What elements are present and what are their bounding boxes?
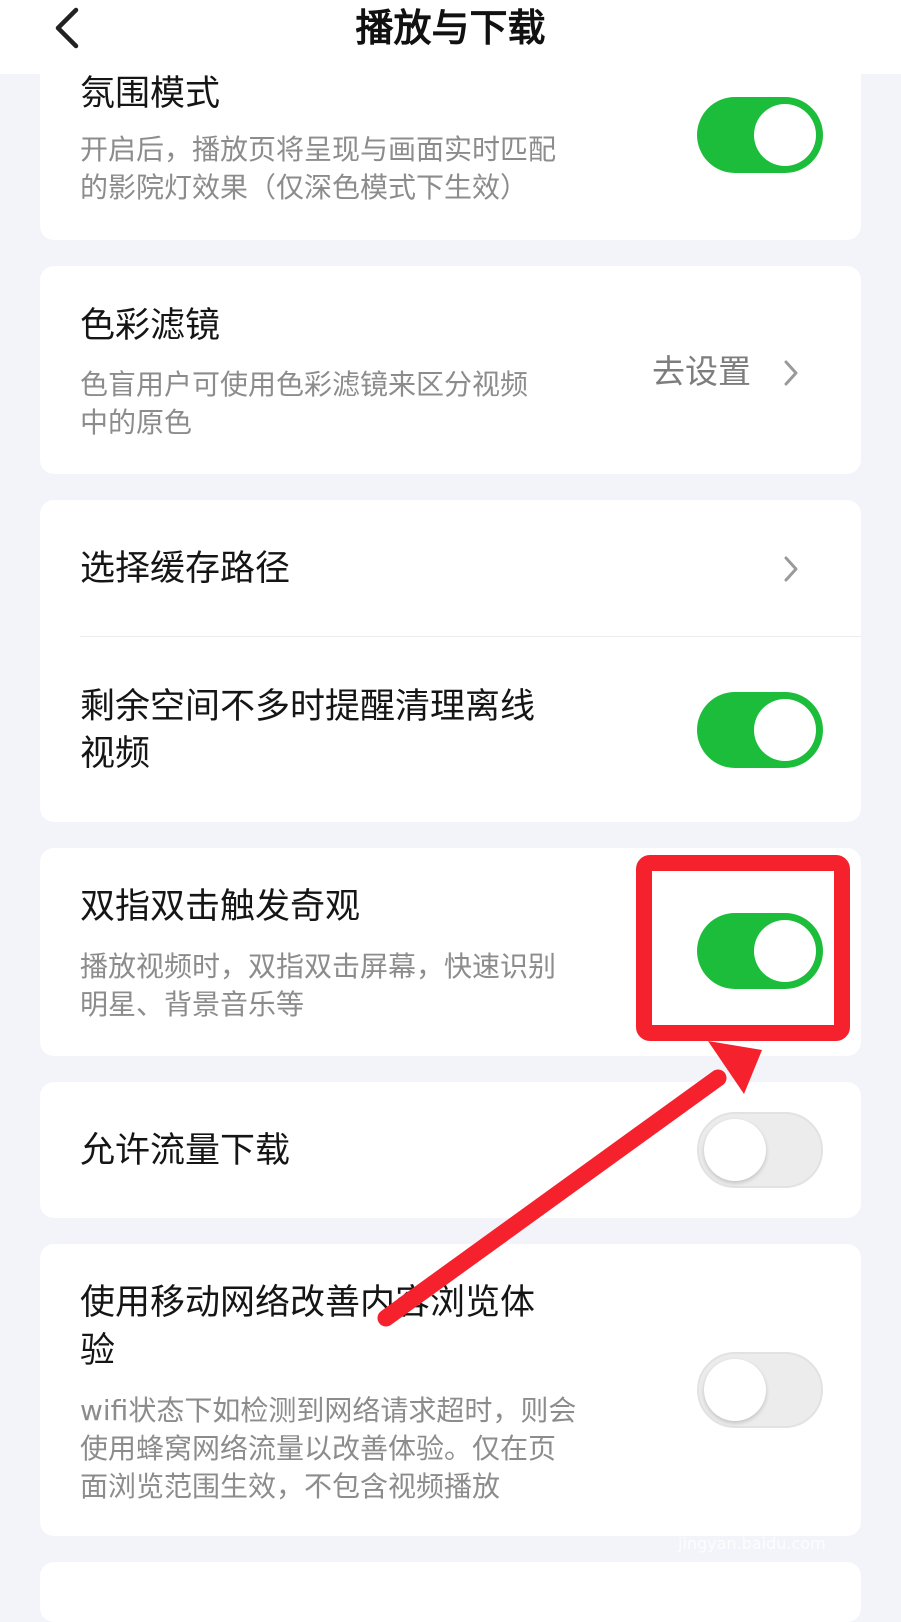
watermark-brand-right: 经验 [788, 1494, 848, 1529]
low-space-title-line-1: 剩余空间不多时提醒清理离线 [80, 687, 536, 727]
double-tap-card: 双指双击触发奇观 播放视频时，双指双击屏幕，快速识别 明星、背景音乐等 [40, 848, 861, 1056]
mobile-browse-toggle[interactable] [697, 1352, 823, 1428]
top-nav-bar: 播放与下载 [0, 0, 901, 74]
ambient-mode-desc-line-2: 的影院灯效果（仅深色模式下生效） [80, 171, 529, 204]
low-space-reminder-toggle[interactable] [697, 692, 823, 768]
watermark-brand-left: Bai [678, 1484, 743, 1525]
toggle-knob [704, 1359, 766, 1421]
mobile-download-title: 允许流量下载 [80, 1131, 291, 1171]
baidu-jingyan-watermark: Bai 经验 jingyan.baidu.com [676, 1470, 876, 1580]
paw-logo-icon [751, 1485, 782, 1517]
cache-path-row[interactable]: 选择缓存路径 [40, 500, 861, 636]
watermark-url: jingyan.baidu.com [678, 1534, 826, 1553]
toggle-knob [754, 104, 816, 166]
mobile-browse-desc-line-3: 面浏览范围生效，不包含视频播放 [80, 1470, 501, 1503]
chevron-right-icon [784, 556, 798, 582]
mobile-browse-title-line-1: 使用移动网络改善内容浏览体 [80, 1283, 536, 1323]
mobile-download-card: 允许流量下载 [40, 1082, 861, 1218]
chevron-right-icon [784, 360, 798, 386]
ambient-mode-desc-line-1: 开启后，播放页将呈现与画面实时匹配 [80, 133, 557, 166]
mobile-browse-title-line-2: 验 [80, 1331, 116, 1371]
double-tap-title: 双指双击触发奇观 [80, 887, 361, 927]
storage-card: 选择缓存路径 剩余空间不多时提醒清理离线 视频 [40, 500, 861, 822]
mobile-browse-desc-line-2: 使用蜂窝网络流量以改善体验。仅在页 [80, 1432, 557, 1465]
go-settings-link[interactable]: 去设置 [652, 350, 751, 394]
low-space-title-line-2: 视频 [80, 734, 151, 774]
row-divider [80, 636, 861, 637]
toggle-knob [704, 1119, 766, 1181]
color-filter-desc-line-2: 中的原色 [80, 406, 193, 439]
color-filter-card[interactable]: 色彩滤镜 色盲用户可使用色彩滤镜来区分视频 中的原色 去设置 [40, 266, 861, 474]
color-filter-title: 色彩滤镜 [80, 306, 221, 346]
double-tap-desc-line-1: 播放视频时，双指双击屏幕，快速识别 [80, 950, 557, 983]
mobile-browse-desc-line-1: wifi状态下如检测到网络请求超时，则会 [80, 1394, 577, 1427]
toggle-knob [754, 699, 816, 761]
ambient-mode-toggle[interactable] [697, 97, 823, 173]
toggle-knob [754, 920, 816, 982]
ambient-mode-title: 氛围模式 [80, 74, 221, 114]
mobile-download-toggle[interactable] [697, 1112, 823, 1188]
double-tap-desc-line-2: 明星、背景音乐等 [80, 988, 305, 1021]
color-filter-desc-line-1: 色盲用户可使用色彩滤镜来区分视频 [80, 368, 529, 401]
page-title: 播放与下载 [355, 6, 546, 50]
cache-path-title: 选择缓存路径 [80, 549, 291, 589]
double-tap-toggle[interactable] [697, 913, 823, 989]
